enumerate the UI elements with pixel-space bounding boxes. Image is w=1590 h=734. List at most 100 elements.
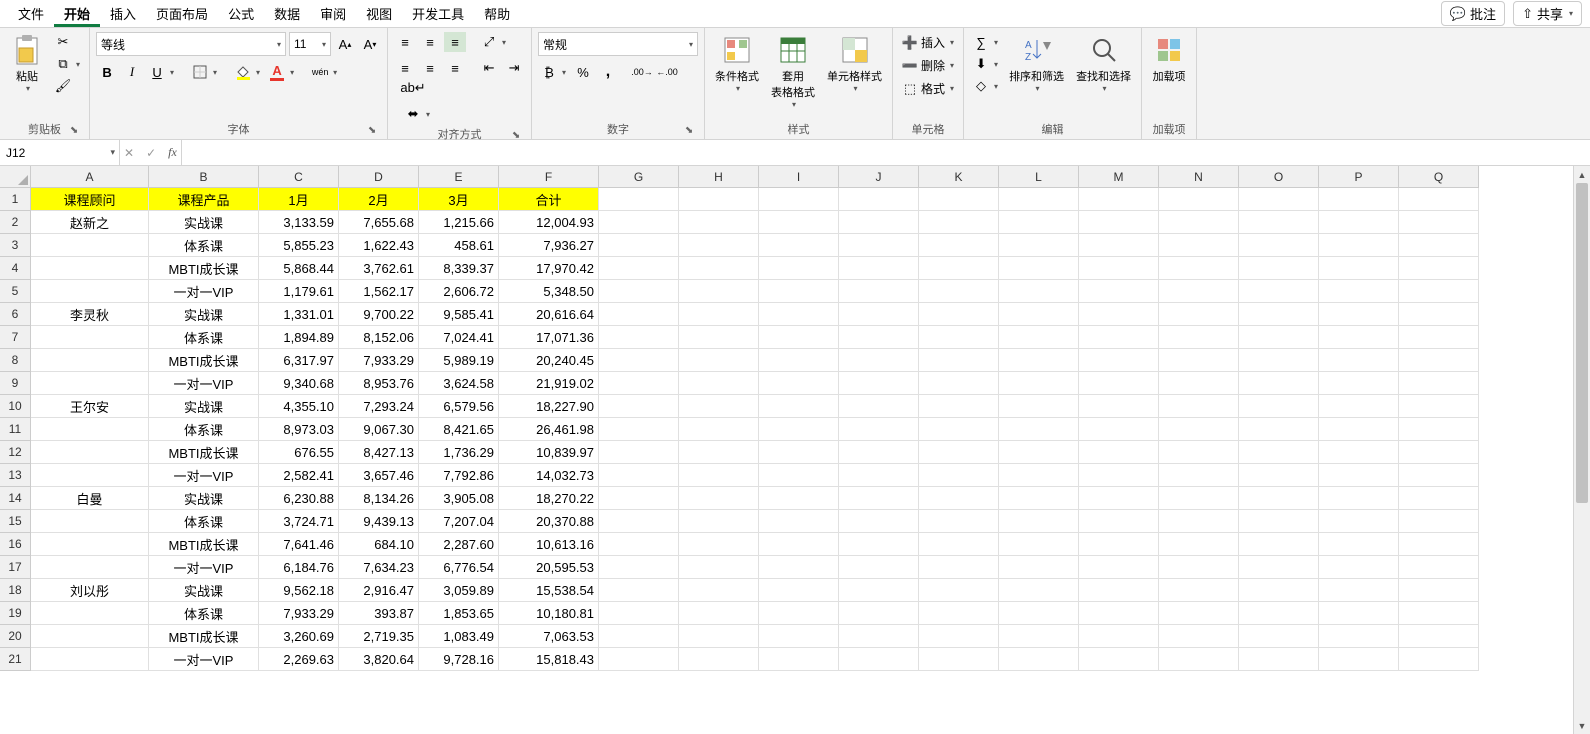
cell[interactable] [31, 510, 149, 533]
cell[interactable] [759, 326, 839, 349]
col-header-N[interactable]: N [1159, 166, 1239, 188]
cell[interactable] [1319, 510, 1399, 533]
cell[interactable] [919, 464, 999, 487]
formula-input[interactable] [182, 140, 1590, 165]
cell[interactable] [1159, 556, 1239, 579]
cell[interactable] [1159, 602, 1239, 625]
cell[interactable] [839, 625, 919, 648]
cell[interactable] [679, 464, 759, 487]
cell[interactable] [1399, 602, 1479, 625]
cell[interactable] [1239, 602, 1319, 625]
row-header-12[interactable]: 12 [0, 441, 31, 464]
cell[interactable]: 赵新之 [31, 211, 149, 234]
cell[interactable] [919, 418, 999, 441]
cell[interactable] [839, 533, 919, 556]
underline-button[interactable]: U▾ [146, 62, 177, 82]
cell[interactable]: 8,339.37 [419, 257, 499, 280]
cell[interactable]: 18,227.90 [499, 395, 599, 418]
cell[interactable] [1399, 464, 1479, 487]
cell[interactable] [1239, 280, 1319, 303]
dialog-launcher-icon[interactable]: ⬊ [67, 123, 81, 137]
cell[interactable] [919, 510, 999, 533]
cell[interactable] [1079, 395, 1159, 418]
col-header-K[interactable]: K [919, 166, 999, 188]
col-header-B[interactable]: B [149, 166, 259, 188]
row-header-6[interactable]: 6 [0, 303, 31, 326]
cell[interactable] [599, 349, 679, 372]
cell[interactable] [599, 579, 679, 602]
cell[interactable]: 体系课 [149, 510, 259, 533]
cell[interactable] [919, 349, 999, 372]
cell[interactable] [999, 211, 1079, 234]
cell[interactable]: 3,624.58 [419, 372, 499, 395]
cell[interactable] [759, 234, 839, 257]
cell[interactable] [839, 257, 919, 280]
cell[interactable] [31, 349, 149, 372]
sort-filter-button[interactable]: AZ 排序和筛选▾ [1005, 32, 1068, 95]
cell[interactable] [1319, 349, 1399, 372]
cut-button[interactable]: ✂ [52, 32, 83, 52]
cell[interactable]: 2,287.60 [419, 533, 499, 556]
cell[interactable]: 6,230.88 [259, 487, 339, 510]
cell[interactable]: 实战课 [149, 211, 259, 234]
cell[interactable]: 2,582.41 [259, 464, 339, 487]
cell[interactable] [839, 188, 919, 211]
cell[interactable] [31, 234, 149, 257]
comma-button[interactable]: , [597, 62, 619, 82]
cell[interactable] [1079, 418, 1159, 441]
col-header-E[interactable]: E [419, 166, 499, 188]
cell[interactable]: 一对一VIP [149, 648, 259, 671]
cell[interactable]: 7,063.53 [499, 625, 599, 648]
cell[interactable]: MBTI成长课 [149, 257, 259, 280]
col-header-M[interactable]: M [1079, 166, 1159, 188]
cell[interactable] [31, 257, 149, 280]
cell[interactable] [1159, 303, 1239, 326]
cell[interactable] [839, 464, 919, 487]
font-color-button[interactable]: A▾ [266, 62, 297, 82]
cell[interactable] [1159, 188, 1239, 211]
delete-cells-button[interactable]: ➖删除▾ [899, 55, 957, 76]
cell[interactable] [1319, 395, 1399, 418]
cell[interactable] [679, 280, 759, 303]
cell[interactable] [759, 464, 839, 487]
cell[interactable] [1159, 280, 1239, 303]
cell[interactable] [759, 372, 839, 395]
cell[interactable]: MBTI成长课 [149, 533, 259, 556]
cell[interactable] [1319, 303, 1399, 326]
cell[interactable]: 1,331.01 [259, 303, 339, 326]
cell[interactable] [839, 326, 919, 349]
cell[interactable] [679, 257, 759, 280]
cell[interactable] [679, 579, 759, 602]
cell[interactable] [919, 188, 999, 211]
cell[interactable] [919, 303, 999, 326]
cell[interactable] [919, 234, 999, 257]
increase-decimal-button[interactable]: .00→ [631, 62, 653, 82]
cell[interactable]: 20,240.45 [499, 349, 599, 372]
cell[interactable] [759, 441, 839, 464]
cell[interactable] [1079, 372, 1159, 395]
format-painter-button[interactable]: 🖌 [52, 76, 83, 96]
cell[interactable]: 体系课 [149, 234, 259, 257]
cell[interactable]: 3,260.69 [259, 625, 339, 648]
cell[interactable] [999, 349, 1079, 372]
cell[interactable]: 课程顾问 [31, 188, 149, 211]
row-header-7[interactable]: 7 [0, 326, 31, 349]
cell[interactable] [919, 533, 999, 556]
cell[interactable] [679, 533, 759, 556]
cell[interactable] [31, 556, 149, 579]
paste-button[interactable]: 粘贴 ▾ [6, 32, 48, 95]
number-format-combo[interactable]: 常规▾ [538, 32, 698, 56]
cell[interactable] [599, 395, 679, 418]
cell[interactable]: 12,004.93 [499, 211, 599, 234]
cell[interactable]: 6,776.54 [419, 556, 499, 579]
cell[interactable] [999, 326, 1079, 349]
cell[interactable]: 7,933.29 [259, 602, 339, 625]
cell[interactable]: 9,067.30 [339, 418, 419, 441]
cell[interactable] [1079, 280, 1159, 303]
cell[interactable]: 458.61 [419, 234, 499, 257]
cell[interactable] [999, 441, 1079, 464]
cell[interactable] [1399, 395, 1479, 418]
cell[interactable] [839, 487, 919, 510]
cell[interactable] [839, 395, 919, 418]
cell[interactable]: 体系课 [149, 602, 259, 625]
